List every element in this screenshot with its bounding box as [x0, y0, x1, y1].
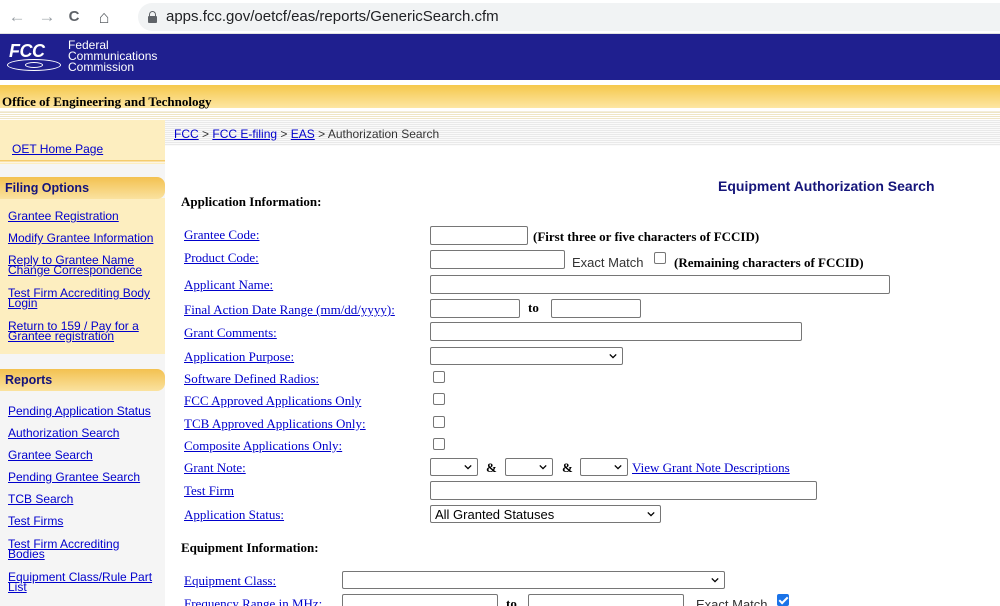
- sidebar-item-authorization-search[interactable]: Authorization Search: [8, 427, 119, 439]
- frequency-range-label[interactable]: Frequency Range in MHz:: [184, 596, 322, 606]
- breadcrumb: FCC > FCC E-filing > EAS > Authorization…: [174, 127, 439, 141]
- sidebar-item-bodies[interactable]: Bodies: [8, 548, 45, 560]
- fcc-approved-only-checkbox[interactable]: [433, 393, 445, 405]
- browser-toolbar: ← → C ⌂ apps.fcc.gov/oetcf/eas/reports/G…: [0, 0, 1000, 34]
- oet-home-link[interactable]: OET Home Page: [12, 142, 103, 156]
- breadcrumb-sep: >: [280, 127, 288, 141]
- fcc-approved-only-label[interactable]: FCC Approved Applications Only: [184, 393, 361, 409]
- date-from-input[interactable]: [430, 299, 520, 318]
- application-status-select[interactable]: All Granted Statuses: [430, 505, 661, 523]
- breadcrumb-sep: >: [202, 127, 210, 141]
- sidebar-item-grantee-registration[interactable]: Grantee Registration: [8, 210, 119, 222]
- page-title: Equipment Authorization Search: [718, 178, 935, 194]
- chevron-down-icon: [614, 464, 622, 470]
- software-defined-radios-label[interactable]: Software Defined Radios:: [184, 371, 319, 387]
- url-text[interactable]: apps.fcc.gov/oetcf/eas/reports/GenericSe…: [166, 8, 499, 25]
- sidebar-item-equipment-class[interactable]: Equipment Class/Rule Part: [8, 571, 152, 583]
- grant-note-amp-2: &: [562, 460, 573, 475]
- office-title: Office of Engineering and Technology: [2, 94, 212, 109]
- grant-note-select-2[interactable]: [505, 458, 553, 476]
- filing-options-heading-text: Filing Options: [5, 181, 90, 195]
- breadcrumb-sep: >: [318, 127, 326, 141]
- sidebar-item-login[interactable]: Login: [8, 297, 37, 309]
- product-code-input[interactable]: [430, 250, 565, 269]
- tcb-approved-only-checkbox[interactable]: [433, 416, 445, 428]
- view-grant-note-descriptions-link[interactable]: View Grant Note Descriptions: [632, 460, 790, 476]
- sidebar-item-change-correspondence[interactable]: Change Correspondence: [8, 264, 142, 276]
- home-icon[interactable]: ⌂: [93, 6, 115, 28]
- fcc-logo[interactable]: FCC: [5, 40, 67, 74]
- test-firm-label[interactable]: Test Firm: [184, 483, 234, 499]
- chevron-down-icon: [609, 353, 617, 359]
- home-divider: [0, 160, 165, 163]
- frequency-to-label: to: [506, 596, 517, 606]
- grantee-code-hint: (First three or five characters of FCCID…: [533, 229, 760, 244]
- composite-only-checkbox[interactable]: [433, 438, 445, 450]
- grantee-code-label[interactable]: Grantee Code:: [184, 227, 259, 243]
- chevron-down-icon: [711, 577, 719, 583]
- back-arrow-icon[interactable]: ←: [6, 6, 28, 28]
- equipment-class-select[interactable]: [342, 571, 725, 589]
- composite-only-label[interactable]: Composite Applications Only:: [184, 438, 342, 454]
- grant-note-select-1[interactable]: [430, 458, 478, 476]
- final-action-date-label[interactable]: Final Action Date Range (mm/dd/yyyy):: [184, 302, 395, 318]
- grant-note-select-3[interactable]: [580, 458, 628, 476]
- application-info-heading: Application Information:: [181, 194, 322, 209]
- sidebar-item-test-firms[interactable]: Test Firms: [8, 515, 63, 527]
- org-name-line3: Commission: [68, 60, 135, 74]
- grant-comments-input[interactable]: [430, 322, 802, 341]
- office-banner-stripes: [0, 112, 1000, 120]
- reload-icon[interactable]: C: [63, 6, 85, 28]
- frequency-exact-match-checkbox[interactable]: [777, 594, 789, 606]
- chevron-down-icon: [539, 464, 547, 470]
- lock-icon: [148, 11, 157, 23]
- test-firm-input[interactable]: [430, 481, 817, 500]
- frequency-to-input[interactable]: [528, 594, 684, 606]
- breadcrumb-efiling[interactable]: FCC E-filing: [212, 127, 277, 141]
- sidebar-item-grantee-reg-pay[interactable]: Grantee registration: [8, 330, 114, 342]
- sidebar-item-list[interactable]: List: [8, 581, 27, 593]
- sidebar-item-tcb-search[interactable]: TCB Search: [8, 493, 73, 505]
- application-purpose-label[interactable]: Application Purpose:: [184, 349, 294, 365]
- product-code-label[interactable]: Product Code:: [184, 250, 259, 266]
- applicant-name-input[interactable]: [430, 275, 890, 294]
- fcc-logo-ellipse-inner: [25, 62, 43, 68]
- product-exact-match-label: Exact Match: [572, 255, 644, 270]
- grant-note-label[interactable]: Grant Note:: [184, 460, 246, 476]
- sidebar-item-grantee-search[interactable]: Grantee Search: [8, 449, 93, 461]
- product-code-hint: (Remaining characters of FCCID): [674, 255, 864, 270]
- chevron-down-icon: [464, 464, 472, 470]
- breadcrumb-fcc[interactable]: FCC: [174, 127, 199, 141]
- date-to-input[interactable]: [551, 299, 641, 318]
- date-to-label: to: [528, 300, 539, 315]
- address-bar[interactable]: apps.fcc.gov/oetcf/eas/reports/GenericSe…: [138, 3, 1000, 31]
- application-status-value: All Granted Statuses: [435, 507, 555, 522]
- equipment-class-label[interactable]: Equipment Class:: [184, 573, 276, 589]
- reports-heading-text: Reports: [5, 373, 53, 387]
- filing-options-heading: Filing Options: [0, 177, 165, 199]
- tcb-approved-only-label[interactable]: TCB Approved Applications Only:: [184, 416, 366, 432]
- sidebar-item-pending-status[interactable]: Pending Application Status: [8, 405, 151, 417]
- equipment-info-heading: Equipment Information:: [181, 540, 319, 555]
- software-defined-radios-checkbox[interactable]: [433, 371, 445, 383]
- org-name: Federal Communications Commission: [68, 39, 157, 74]
- frequency-from-input[interactable]: [342, 594, 498, 606]
- chevron-down-icon: [647, 511, 655, 517]
- site-header: FCC Federal Communications Commission: [0, 34, 1000, 80]
- product-exact-match-checkbox[interactable]: [654, 252, 666, 264]
- sidebar-item-modify-grantee[interactable]: Modify Grantee Information: [8, 232, 153, 244]
- breadcrumb-current: Authorization Search: [327, 127, 440, 141]
- forward-arrow-icon[interactable]: →: [36, 6, 58, 28]
- grant-note-amp-1: &: [486, 460, 497, 475]
- frequency-exact-match-label: Exact Match: [696, 597, 768, 606]
- sidebar-item-pending-grantee[interactable]: Pending Grantee Search: [8, 471, 140, 483]
- application-status-label[interactable]: Application Status:: [184, 507, 284, 523]
- grant-comments-label[interactable]: Grant Comments:: [184, 325, 277, 341]
- application-purpose-select[interactable]: [430, 347, 623, 365]
- reports-heading: Reports: [0, 369, 165, 391]
- grantee-code-input[interactable]: [430, 226, 528, 245]
- breadcrumb-eas[interactable]: EAS: [291, 127, 315, 141]
- applicant-name-label[interactable]: Applicant Name:: [184, 277, 273, 293]
